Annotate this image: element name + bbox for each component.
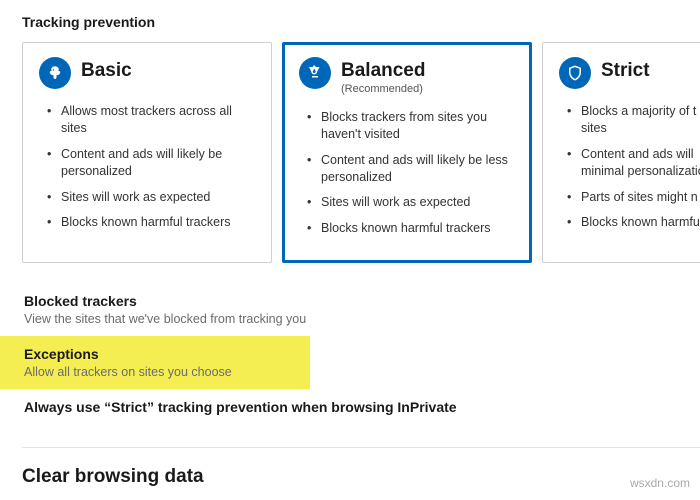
card-title: Balanced [341,61,425,82]
list-item-desc: Allow all trackers on sites you choose [24,365,310,379]
exceptions-link[interactable]: Exceptions Allow all trackers on sites y… [0,336,310,389]
card-strict[interactable]: Strict Blocks a majority of tsites Conte… [542,42,700,263]
bullet-item: Blocks a majority of tsites [567,103,700,137]
list-item-desc: View the sites that we've blocked from t… [24,312,700,326]
bullet-item: Content and ads will likely be less pers… [307,152,515,186]
card-title: Basic [81,61,132,82]
squirrel-icon [39,57,71,89]
blocked-trackers-link[interactable]: Blocked trackers View the sites that we'… [22,283,700,336]
bullet-item: Content and ads will likely be personali… [47,146,255,180]
bullet-item: Sites will work as expected [307,194,515,211]
card-subtitle: (Recommended) [341,83,425,95]
tracking-level-cards: Basic Allows most trackers across all si… [22,42,700,263]
inprivate-strict-toggle[interactable]: Always use “Strict” tracking prevention … [22,389,700,425]
balance-icon [299,57,331,89]
bullet-item: Blocks known harmfu [567,214,700,231]
list-item-title: Blocked trackers [24,293,700,309]
shield-icon [559,57,591,89]
divider [22,447,700,448]
section-header: Tracking prevention [22,14,700,30]
card-title: Strict [601,61,650,82]
bullet-item: Blocks known harmful trackers [47,214,255,231]
watermark: wsxdn.com [630,476,690,490]
bullet-item: Parts of sites might n [567,189,700,206]
bullet-item: Sites will work as expected [47,189,255,206]
list-item-title: Exceptions [24,346,310,362]
bullet-item: Blocks known harmful trackers [307,220,515,237]
card-basic[interactable]: Basic Allows most trackers across all si… [22,42,272,263]
bullet-item: Content and ads willminimal personalizat… [567,146,700,180]
list-item-title: Always use “Strict” tracking prevention … [24,399,700,415]
bullet-item: Blocks trackers from sites you haven't v… [307,109,515,143]
card-balanced[interactable]: Balanced (Recommended) Blocks trackers f… [282,42,532,263]
bullet-item: Allows most trackers across all sites [47,103,255,137]
clear-browsing-data-header: Clear browsing data [22,466,700,488]
